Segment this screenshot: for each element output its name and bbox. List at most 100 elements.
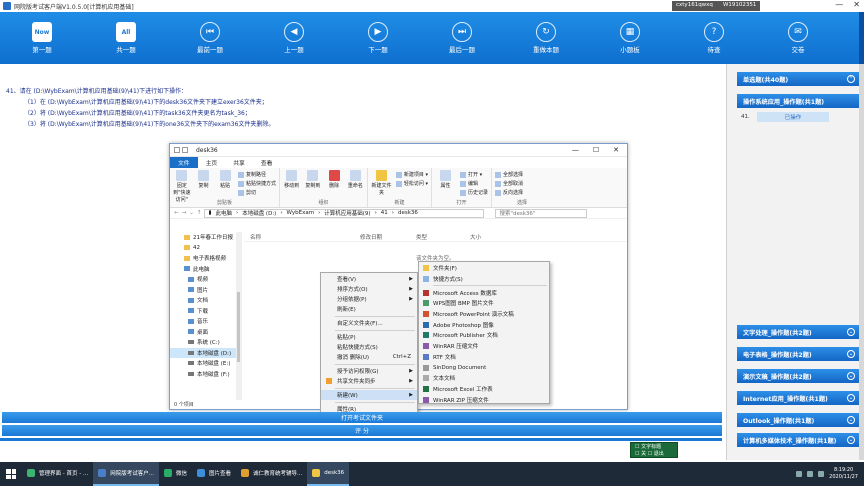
category-outlook[interactable]: Outlook_操作题(共1题) ⌄ <box>737 413 859 427</box>
taskbar-item[interactable]: 图片查看 <box>192 462 236 486</box>
new-submenu-item[interactable]: 文件夹(F) <box>419 263 549 274</box>
context-menu-item[interactable]: 粘贴快捷方式(S) <box>321 342 417 352</box>
new-submenu-item[interactable]: Microsoft Excel 工作表 <box>419 384 549 395</box>
context-menu-item[interactable]: 查看(V) ▶ <box>321 274 417 284</box>
tab-share[interactable]: 共享 <box>225 157 253 168</box>
properties-icon[interactable] <box>182 147 188 153</box>
open-exam-folder-button[interactable]: 打开考试文件夹 <box>2 412 722 423</box>
nav-item[interactable]: 此电脑 <box>170 264 241 275</box>
question-item-41[interactable]: 41. 已操作 <box>737 110 859 123</box>
nav-item[interactable]: 图片 <box>170 285 241 296</box>
toolbar-button-2[interactable]: ⏮ 最前一题 <box>168 12 252 64</box>
cut-button[interactable]: 剪切 <box>237 189 276 196</box>
breadcrumb-item[interactable]: desk36 <box>398 210 418 216</box>
column-size[interactable]: 大小 <box>470 233 510 241</box>
column-name[interactable]: 名称 <box>244 233 360 241</box>
score-button[interactable]: 评 分 <box>2 425 722 436</box>
toolbar-button-9[interactable]: ✉ 交卷 <box>756 12 840 64</box>
toolbar-button-7[interactable]: ▦ 小题板 <box>588 12 672 64</box>
context-menu-item[interactable]: 新建(W) ▶ <box>321 390 417 400</box>
taskbar-item[interactable]: desk36 <box>307 462 350 486</box>
network-icon[interactable] <box>796 471 803 477</box>
recent-icon[interactable]: ⌄ <box>189 210 194 216</box>
breadcrumb-item[interactable]: 计算机应用基础(9) <box>324 209 370 217</box>
context-menu-item[interactable]: 粘贴(P) <box>321 332 417 342</box>
nav-scrollbar[interactable] <box>236 232 241 400</box>
toolbar-button-5[interactable]: ⏭ 最后一题 <box>420 12 504 64</box>
start-button[interactable] <box>0 462 22 486</box>
context-menu-item[interactable]: 撤消 删除(U) Ctrl+Z <box>321 352 417 362</box>
edit-button[interactable]: 编辑 <box>459 180 488 187</box>
clock[interactable]: 8:19:20 2020/11/27 <box>829 467 858 481</box>
category-excel[interactable]: 电子表格_操作题(共2题) ⌄ <box>737 347 859 361</box>
category-os-operation[interactable]: 操作系统应用_操作题(共1题) <box>737 94 859 108</box>
category-ppt[interactable]: 演示文稿_操作题(共2题) ⌄ <box>737 369 859 383</box>
breadcrumb-item[interactable]: 本地磁盘 (D:) <box>242 209 276 217</box>
nav-item[interactable]: 本地磁盘 (F:) <box>170 369 241 380</box>
context-menu-item[interactable]: 授予访问权限(G) ▶ <box>321 366 417 376</box>
ime-icon[interactable] <box>818 471 825 477</box>
new-submenu-item[interactable]: 快捷方式(S) <box>419 274 549 285</box>
select-all-button[interactable]: 全部选择 <box>495 171 523 178</box>
new-submenu-item[interactable]: Microsoft Publisher 文档 <box>419 330 549 341</box>
new-submenu-item[interactable]: Adobe Photoshop 图像 <box>419 319 549 330</box>
taskbar-item[interactable]: 管理界面 - 首页 - ... <box>22 462 93 486</box>
nav-item[interactable]: 本地磁盘 (E:) <box>170 358 241 369</box>
new-submenu-item[interactable]: 文本文档 <box>419 373 549 384</box>
panel-scrollbar[interactable] <box>859 64 864 460</box>
category-internet[interactable]: Internet应用_操作题(共1题) ⌄ <box>737 391 859 405</box>
up-icon[interactable]: ↑ <box>197 210 202 216</box>
toolbar-button-4[interactable]: ▶ 下一题 <box>336 12 420 64</box>
taskbar-item[interactable]: 微信 <box>159 462 192 486</box>
category-multimedia[interactable]: 计算机多媒体技术_操作题(共1题) ⌄ <box>737 433 859 447</box>
address-bar[interactable]: ▮ 此电脑 › 本地磁盘 (D:) › WybExam › 计算机应用基础(9) › 41 › des… <box>204 208 485 218</box>
floating-panel[interactable]: ☐ 文字标题 ☐ 关 ☐ 退出 <box>630 442 678 458</box>
new-submenu-item[interactable]: Microsoft Access 数据库 <box>419 287 549 298</box>
toolbar-button-6[interactable]: ↻ 重做本题 <box>504 12 588 64</box>
toolbar-button-8[interactable]: ? 待查 <box>672 12 756 64</box>
breadcrumb-item[interactable]: 此电脑 <box>215 209 232 217</box>
volume-icon[interactable] <box>807 471 814 477</box>
taskbar-item[interactable]: 网院版考试客户... <box>93 462 159 486</box>
tab-file[interactable]: 文件 <box>170 157 198 168</box>
nav-item[interactable]: 视频 <box>170 274 241 285</box>
new-submenu-item[interactable]: WPS图图 BMP 图片文件 <box>419 298 549 309</box>
copy-path-button[interactable]: 复制路径 <box>237 171 276 178</box>
context-menu-item[interactable]: 排序方式(O) ▶ <box>321 284 417 294</box>
breadcrumb-item[interactable]: WybExam <box>287 210 315 216</box>
close-icon[interactable]: ✕ <box>853 0 860 9</box>
maximize-icon[interactable]: ☐ <box>593 146 599 154</box>
toolbar-button-0[interactable]: Now 第一题 <box>0 12 84 64</box>
new-submenu-item[interactable]: WinRAR ZIP 压缩文件 <box>419 394 549 405</box>
paste-shortcut-button[interactable]: 粘贴快捷方式 <box>237 180 276 187</box>
new-submenu-item[interactable]: RTF 文档 <box>419 352 549 363</box>
new-submenu-item[interactable]: SinDong Document <box>419 362 549 373</box>
nav-item[interactable]: 42 <box>170 243 241 254</box>
nav-item[interactable]: 文档 <box>170 295 241 306</box>
context-menu-item[interactable]: 刷新(E) <box>321 304 417 314</box>
nav-item[interactable]: 本地磁盘 (D:) <box>170 347 241 358</box>
taskbar-item[interactable]: 诚仁教育统考辅导... <box>236 462 307 486</box>
context-menu-item[interactable]: 共享文件夹同步 ▶ <box>321 376 417 386</box>
new-submenu-item[interactable]: Microsoft PowerPoint 演示文稿 <box>419 309 549 320</box>
category-word[interactable]: 文字处理_操作题(共2题) ⌄ <box>737 325 859 339</box>
category-single-choice[interactable]: 单选题(共40题) ⌃ <box>737 72 859 86</box>
column-modified[interactable]: 修改日期 <box>360 233 416 241</box>
history-button[interactable]: 历史记录 <box>459 189 488 196</box>
nav-item[interactable]: 电子表格视频 <box>170 253 241 264</box>
tab-view[interactable]: 查看 <box>253 157 281 168</box>
column-type[interactable]: 类型 <box>416 233 470 241</box>
open-button[interactable]: 打开 ▾ <box>459 171 488 178</box>
minimize-icon[interactable]: — <box>835 0 843 9</box>
breadcrumb-item[interactable]: 41 <box>381 210 388 216</box>
nav-item[interactable]: 桌面 <box>170 327 241 338</box>
nav-scroll-thumb[interactable] <box>237 292 240 362</box>
nav-item[interactable]: 系统 (C:) <box>170 337 241 348</box>
select-none-button[interactable]: 全部取消 <box>495 180 523 187</box>
nav-item[interactable]: 21年春工作日报 <box>170 232 241 243</box>
new-item-button[interactable]: 新建项目 ▾ <box>395 171 428 178</box>
nav-item[interactable]: 下载 <box>170 306 241 317</box>
easy-access-button[interactable]: 轻松访问 ▾ <box>395 180 428 187</box>
forward-icon[interactable]: → <box>182 210 187 216</box>
context-menu-item[interactable]: 分组依据(P) ▶ <box>321 294 417 304</box>
